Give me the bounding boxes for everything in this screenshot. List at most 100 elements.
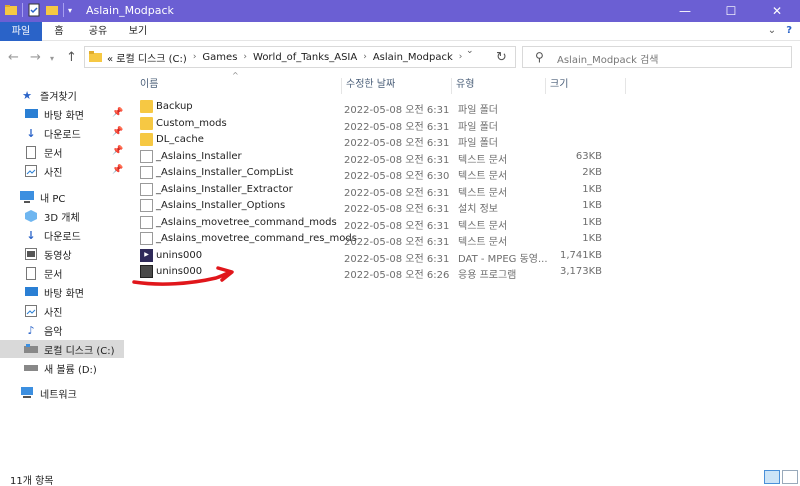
column-header-name[interactable]: 이름 (136, 78, 342, 94)
minimize-button[interactable]: — (662, 0, 708, 22)
breadcrumb-item[interactable]: Aslain_Modpack (373, 52, 453, 63)
file-type: 파일 폴더 (458, 122, 498, 133)
maximize-button[interactable]: ☐ (708, 0, 754, 22)
details-view-button[interactable] (764, 470, 780, 484)
close-button[interactable]: ✕ (754, 0, 800, 22)
file-type: 텍스트 문서 (458, 221, 508, 232)
nav-item-pictures[interactable]: 사진 (24, 302, 62, 320)
search-input[interactable]: ⚲ Aslain_Modpack 검색 (522, 46, 792, 68)
customize-toolbar-icon[interactable]: ▾ (68, 6, 72, 15)
video-icon (24, 247, 38, 261)
file-type: 텍스트 문서 (458, 188, 508, 199)
expand-ribbon-icon[interactable]: ⌄ (768, 25, 776, 36)
file-row[interactable]: _Aslains_movetree_command_mods 2022-05-0… (138, 215, 618, 232)
breadcrumb-item[interactable]: World_of_Tanks_ASIA (253, 52, 357, 63)
nav-item-desktop-pinned[interactable]: 바탕 화면 📌 (24, 105, 124, 123)
chevron-right-icon[interactable]: › (193, 52, 197, 62)
nav-item-desktop[interactable]: 바탕 화면 (24, 283, 84, 301)
search-icon: ⚲ (535, 50, 544, 64)
mpeg-video-icon: ▶ (140, 249, 153, 262)
folder-icon (89, 51, 102, 62)
large-icons-view-button[interactable] (782, 470, 798, 484)
refresh-icon[interactable]: ↻ (496, 50, 507, 65)
tab-home[interactable]: 홈 (48, 22, 70, 41)
nav-item-label: 내 PC (40, 193, 66, 205)
column-header-date[interactable]: 수정한 날짜 (342, 78, 452, 94)
new-folder-icon[interactable] (45, 3, 59, 17)
file-row[interactable]: _Aslains_Installer_CompList 2022-05-08 오… (138, 165, 618, 182)
tab-share[interactable]: 공유 (82, 22, 114, 41)
nav-item-this-pc[interactable]: 내 PC (20, 188, 65, 206)
pin-icon[interactable]: 📌 (112, 108, 123, 118)
file-name: Backup (156, 101, 193, 112)
toolbar-separator (63, 3, 64, 17)
nav-item-label: 음악 (44, 326, 63, 338)
file-size: 3,173KB (559, 266, 602, 277)
address-dropdown-icon[interactable]: ⌄ (466, 46, 474, 56)
file-type: 설치 정보 (458, 204, 498, 215)
file-row[interactable]: _Aslains_Installer 2022-05-08 오전 6:31 텍스… (138, 149, 618, 166)
tab-view[interactable]: 보기 (123, 22, 153, 41)
network-icon (20, 386, 34, 400)
ribbon-tabs: 파일 홈 공유 보기 ⌄ ? (0, 22, 800, 41)
file-name: _Aslains_movetree_command_mods (156, 217, 337, 228)
pin-icon[interactable]: 📌 (112, 127, 123, 137)
document-icon (24, 266, 38, 280)
file-row[interactable]: Backup 2022-05-08 오전 6:31 파일 폴더 (138, 99, 618, 116)
nav-item-local-disk-c[interactable]: 로컬 디스크 (C:) (0, 340, 124, 358)
file-row[interactable]: _Aslains_movetree_command_res_mods 2022-… (138, 231, 618, 248)
back-arrow-icon[interactable]: ← (8, 50, 19, 65)
chevron-right-icon[interactable]: › (459, 52, 463, 62)
column-header-size[interactable]: 크기 (546, 78, 626, 94)
pin-icon[interactable]: 📌 (112, 165, 123, 175)
file-type: 파일 폴더 (458, 105, 498, 116)
setup-information-icon (140, 199, 153, 212)
nav-item-downloads-pinned[interactable]: ↓ 다운로드 📌 (24, 124, 124, 142)
nav-item-documents-pinned[interactable]: 문서 📌 (24, 143, 124, 161)
chevron-right-icon[interactable]: › (243, 52, 247, 62)
computer-icon (20, 190, 34, 204)
drive-icon (24, 361, 38, 375)
nav-item-music[interactable]: ♪ 음악 (24, 321, 62, 339)
file-date: 2022-05-08 오전 6:31 (344, 188, 450, 199)
file-row[interactable]: _Aslains_Installer_Extractor 2022-05-08 … (138, 182, 618, 199)
file-name: _Aslains_Installer_Options (156, 200, 286, 211)
window-title: Aslain_Modpack (86, 4, 174, 17)
properties-icon[interactable] (27, 3, 41, 17)
pin-icon[interactable]: 📌 (112, 146, 123, 156)
file-date: 2022-05-08 오전 6:31 (344, 122, 450, 133)
file-date: 2022-05-08 오전 6:31 (344, 138, 450, 149)
address-bar[interactable]: « 로컬 디스크 (C:) › Games › World_of_Tanks_A… (84, 46, 516, 68)
column-header-type[interactable]: 유형 (452, 78, 546, 94)
nav-item-3d-objects[interactable]: 3D 개체 (24, 207, 80, 225)
file-size: 1KB (582, 184, 602, 195)
navigation-pane: ★ 즐겨찾기 바탕 화면 📌 ↓ 다운로드 📌 문서 📌 사진 📌 내 PC 3… (0, 78, 124, 468)
file-row[interactable]: Custom_mods 2022-05-08 오전 6:31 파일 폴더 (138, 116, 618, 133)
folder-icon (140, 117, 153, 130)
chevron-right-icon[interactable]: › (363, 52, 367, 62)
nav-item-videos[interactable]: 동영상 (24, 245, 72, 263)
file-row[interactable]: DL_cache 2022-05-08 오전 6:31 파일 폴더 (138, 132, 618, 149)
nav-item-pictures-pinned[interactable]: 사진 📌 (24, 162, 124, 180)
up-arrow-icon[interactable]: ↑ (66, 50, 77, 65)
forward-arrow-icon[interactable]: → (30, 50, 41, 65)
file-row[interactable]: _Aslains_Installer_Options 2022-05-08 오전… (138, 198, 618, 215)
text-document-icon (140, 232, 153, 245)
nav-item-volume-d[interactable]: 새 볼륨 (D:) (24, 359, 97, 377)
file-date: 2022-05-08 오전 6:31 (344, 254, 450, 265)
file-date: 2022-05-08 오전 6:31 (344, 221, 450, 232)
help-icon[interactable]: ? (786, 25, 792, 36)
text-document-icon (140, 216, 153, 229)
breadcrumb-item[interactable]: Games (202, 52, 237, 63)
recent-locations-icon[interactable]: ▾ (50, 54, 54, 63)
tab-file[interactable]: 파일 (0, 22, 42, 41)
nav-item-downloads[interactable]: ↓ 다운로드 (24, 226, 81, 244)
nav-item-documents[interactable]: 문서 (24, 264, 62, 282)
breadcrumb-item[interactable]: « 로컬 디스크 (C:) (107, 50, 187, 65)
text-document-icon (140, 150, 153, 163)
nav-item-quick-access[interactable]: ★ 즐겨찾기 (20, 86, 77, 104)
file-type: 텍스트 문서 (458, 155, 508, 166)
nav-item-network[interactable]: 네트워크 (20, 384, 77, 402)
nav-item-label: 다운로드 (44, 231, 81, 243)
file-date: 2022-05-08 오전 6:31 (344, 237, 450, 248)
